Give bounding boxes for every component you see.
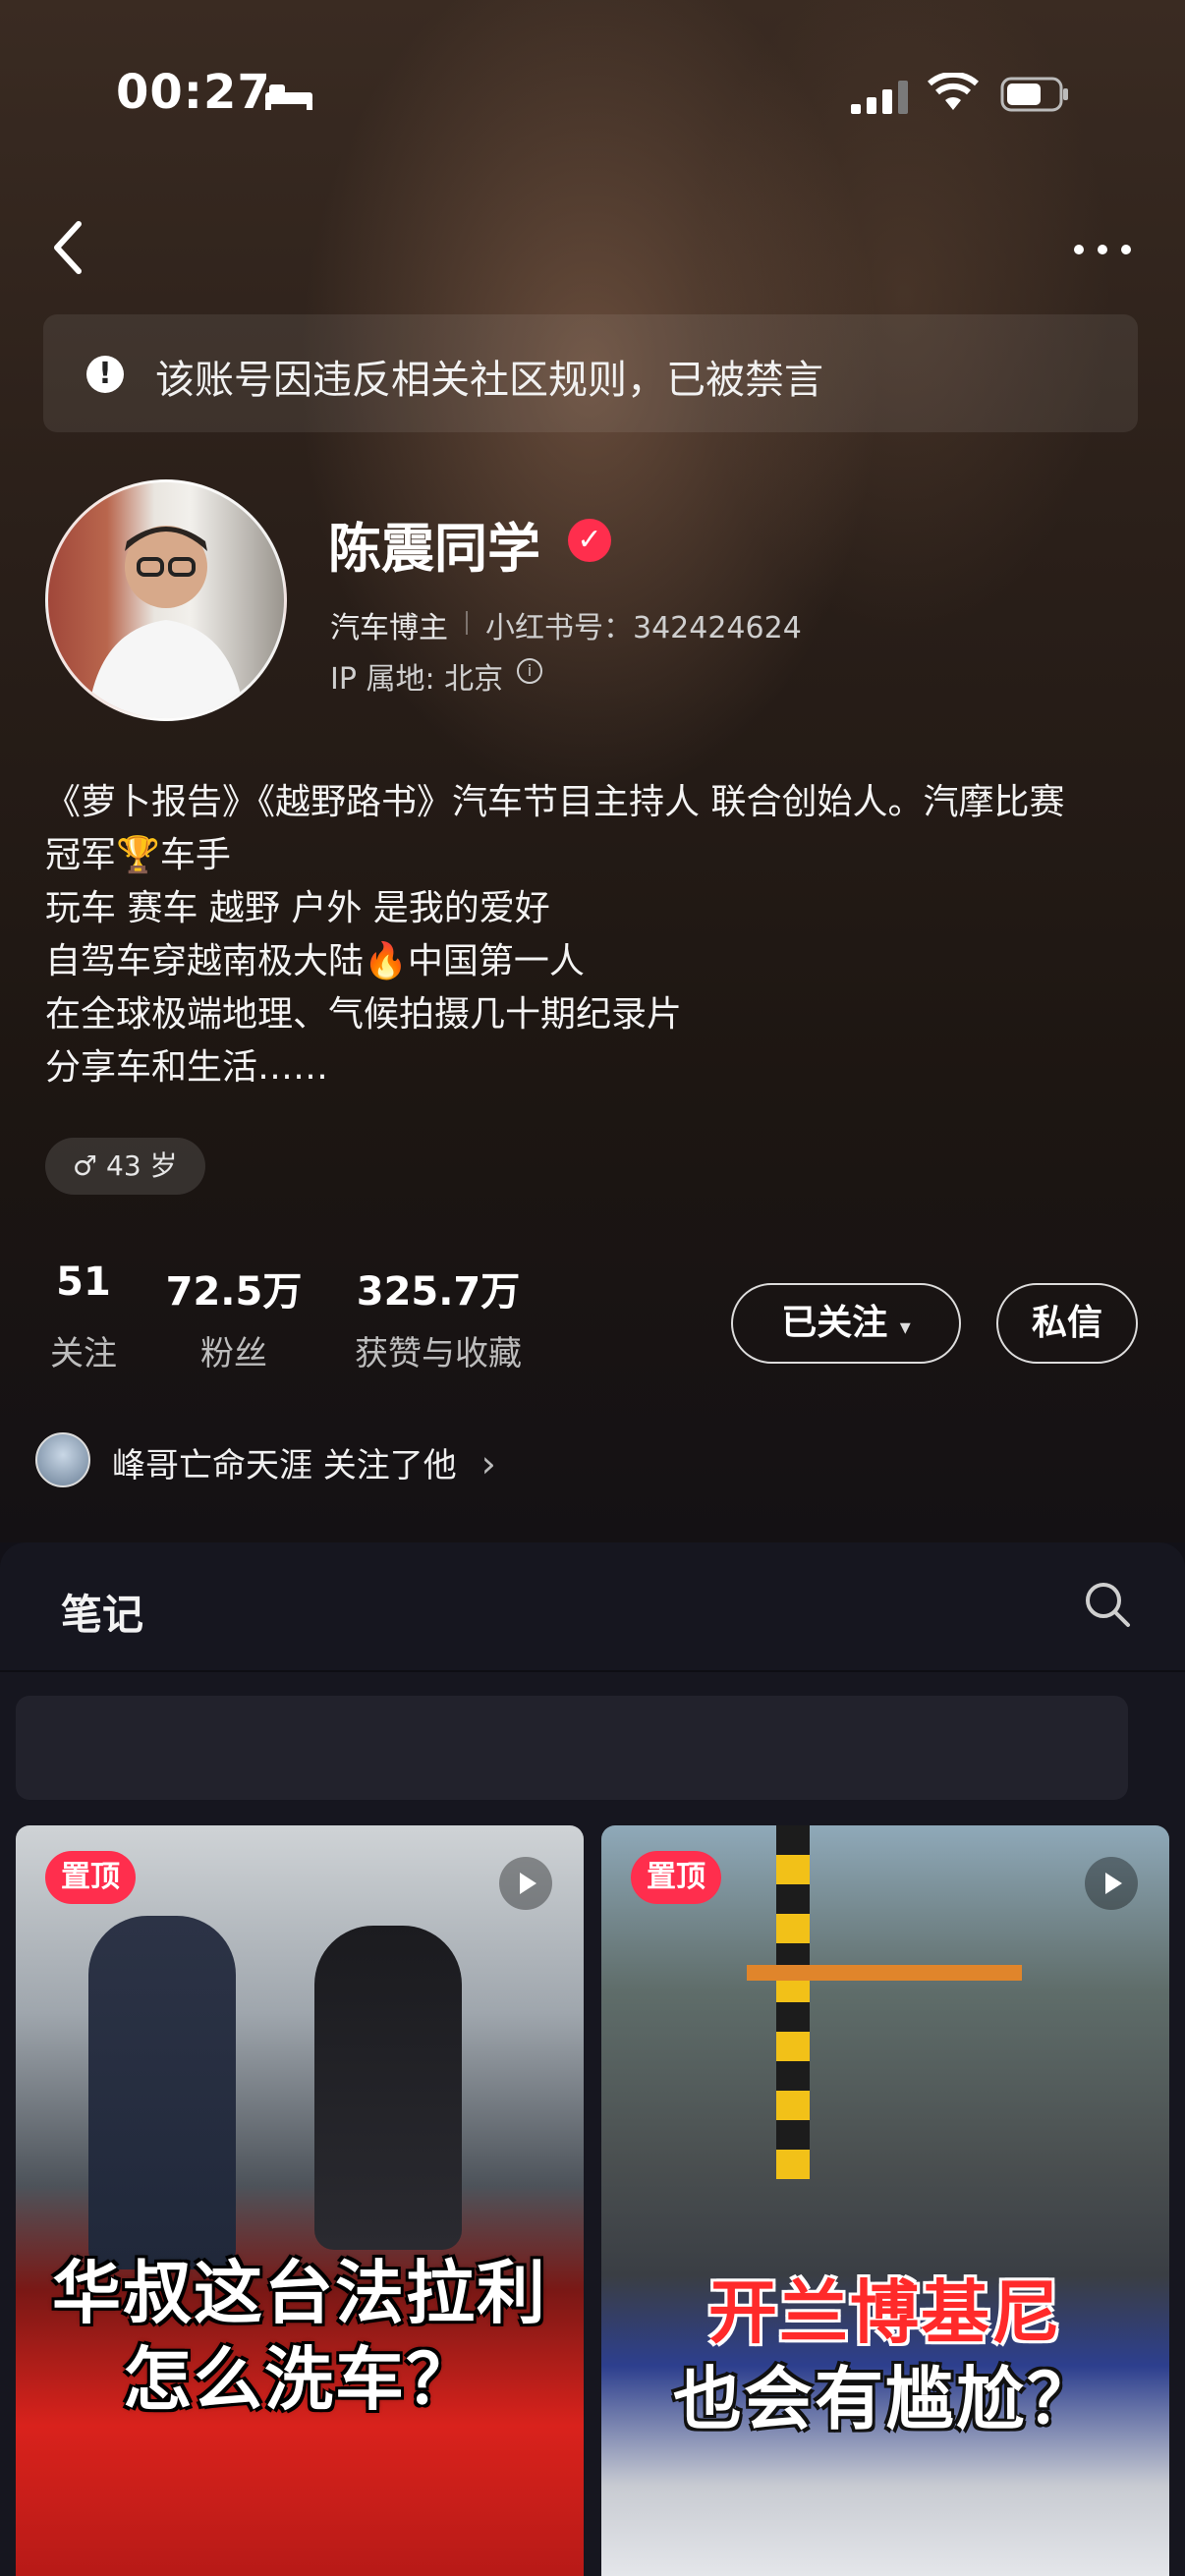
battery-icon — [1000, 77, 1068, 112]
bio-line: 冠军🏆车手 — [45, 835, 231, 875]
post-caption-line: 华叔这台法拉利 — [52, 2253, 547, 2333]
verified-badge-icon: ✓ — [568, 519, 611, 562]
following-button-label: 已关注 — [781, 1303, 888, 1343]
age-gender-tag: ♂ 43 岁 — [45, 1138, 205, 1195]
post-thumbnail-figure — [88, 1916, 236, 2269]
pinned-badge: 置顶 — [45, 1851, 136, 1904]
mutual-follow-label: 峰哥亡命天涯 关注了他 — [112, 1446, 457, 1485]
post-caption-line: 怎么洗车？ — [123, 2339, 477, 2420]
bio-line: 分享车和生活…… — [45, 1047, 329, 1088]
chevron-right-icon: › — [480, 1442, 496, 1485]
info-icon[interactable]: i — [517, 658, 542, 684]
bio-line: 《萝卜报告》《越野路书》汽车节目主持人 联合创始人。汽摩比赛 — [45, 782, 1065, 822]
pinned-badge: 置顶 — [631, 1851, 721, 1904]
wifi-icon — [928, 73, 979, 110]
meta-divider — [466, 611, 468, 635]
video-play-icon — [1085, 1857, 1138, 1910]
profile-avatar[interactable] — [45, 479, 287, 721]
mutual-follower-avatar[interactable] — [35, 1432, 90, 1487]
post-thumbnail-figure — [314, 1926, 462, 2250]
sleep-mode-icon — [265, 84, 312, 110]
post-thumbnail-pole — [776, 1825, 810, 2179]
bio-line: 在全球极端地理、气候拍摄几十期纪录片 — [45, 994, 683, 1035]
followers-count[interactable]: 72.5万 — [155, 1260, 312, 1316]
mutual-follow-text[interactable]: 峰哥亡命天涯 关注了他 › — [112, 1438, 496, 1486]
following-label[interactable]: 关注 — [39, 1326, 128, 1374]
panel-divider — [0, 1670, 1185, 1672]
avatar-person-icon — [87, 526, 245, 718]
cellular-signal-icon — [851, 81, 908, 114]
bio-line: 自驾车穿越南极大陆🔥中国第一人 — [45, 941, 585, 981]
loading-placeholder — [16, 1696, 1128, 1800]
back-arrow-icon[interactable] — [49, 218, 88, 277]
profile-name: 陈震同学 — [328, 518, 540, 580]
post-thumbnail-barrier — [747, 1965, 1022, 1981]
profile-ip-location: IP 属地: 北京 — [330, 662, 504, 697]
profile-role: 汽车博主 — [330, 611, 448, 645]
post-card[interactable] — [601, 1825, 1169, 2576]
post-caption: 华叔这台法拉利 怎么洗车？ — [16, 2250, 584, 2423]
post-caption-line: 开兰博基尼 — [708, 2272, 1062, 2353]
profile-id[interactable]: 小红书号：342424624 — [485, 603, 802, 646]
profile-bio: 《萝卜报告》《越野路书》汽车节目主持人 联合创始人。汽摩比赛 冠军🏆车手 玩车 … — [45, 776, 1146, 1094]
following-count[interactable]: 51 — [39, 1260, 128, 1305]
mute-notice-text: 该账号因违反相关社区规则，已被禁言 — [155, 358, 823, 403]
caret-down-icon: ▾ — [899, 1316, 911, 1340]
post-caption: 开兰博基尼 也会有尴尬？ — [601, 2269, 1169, 2442]
message-button[interactable]: 私信 — [996, 1283, 1138, 1364]
video-play-icon — [499, 1857, 552, 1910]
search-icon[interactable] — [1083, 1580, 1132, 1629]
bio-line: 玩车 赛车 越野 户外 是我的爱好 — [45, 888, 550, 928]
status-time: 00:27 — [116, 65, 271, 120]
likes-saves-count[interactable]: 325.7万 — [340, 1260, 536, 1316]
likes-saves-label[interactable]: 获赞与收藏 — [340, 1326, 536, 1374]
tab-notes[interactable]: 笔记 — [61, 1582, 143, 1642]
following-button[interactable]: 已关注 ▾ — [731, 1283, 961, 1364]
warning-icon: ! — [86, 356, 124, 393]
followers-label[interactable]: 粉丝 — [155, 1326, 312, 1374]
post-caption-line: 也会有尴尬？ — [673, 2359, 1098, 2439]
more-options-icon[interactable] — [1071, 242, 1134, 257]
